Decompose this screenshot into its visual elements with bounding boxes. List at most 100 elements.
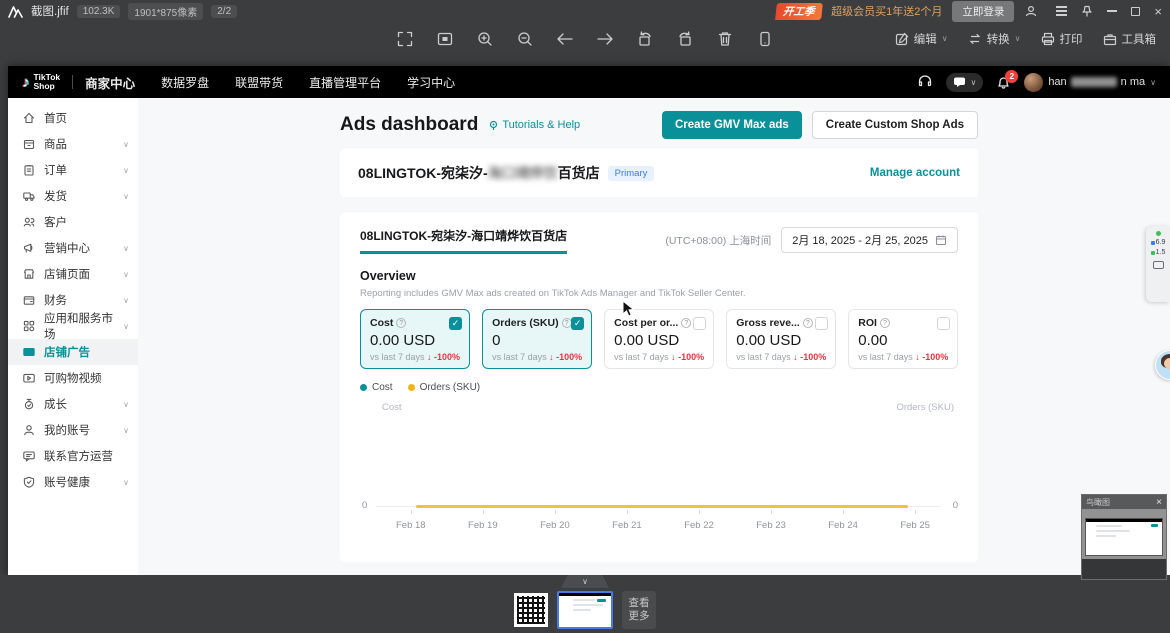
- sidebar-item[interactable]: AD店铺广告: [8, 339, 138, 365]
- sidebar-item[interactable]: 账号健康∨: [8, 469, 138, 495]
- support-headset-icon[interactable]: [917, 74, 933, 90]
- login-button[interactable]: 立即登录: [952, 1, 1014, 22]
- people-icon: [22, 215, 36, 229]
- messages-button[interactable]: ∨: [946, 73, 983, 92]
- grid-icon: [22, 319, 36, 333]
- nav-item[interactable]: 商家中心: [85, 73, 135, 92]
- support-chat-avatar[interactable]: [1155, 350, 1170, 380]
- sidebar-item[interactable]: 联系官方运营: [8, 443, 138, 469]
- edit-icon: [895, 32, 909, 46]
- tiktok-shop-logo[interactable]: ♪ TikTokShop: [22, 73, 60, 91]
- sidebar-item[interactable]: 可购物视频: [8, 365, 138, 391]
- metric-delta: ↓ -100%: [427, 352, 460, 362]
- metric-value: 0.00 USD: [614, 332, 704, 349]
- sidebar-item[interactable]: 客户: [8, 209, 138, 235]
- legend-label: Cost: [372, 382, 393, 393]
- notifications-button[interactable]: 2: [996, 75, 1011, 90]
- create-custom-shop-ads-button[interactable]: Create Custom Shop Ads: [812, 111, 978, 139]
- ad-icon: AD: [22, 345, 36, 359]
- thumbnail-current-selected[interactable]: [557, 591, 613, 629]
- metric-checkbox[interactable]: ✓: [571, 317, 584, 330]
- birdview-thumbnail[interactable]: [1085, 518, 1163, 556]
- metric-card[interactable]: Cost per or...?0.00 USDvs last 7 days ↓ …: [604, 309, 714, 369]
- close-button[interactable]: ×: [1154, 5, 1162, 18]
- nav-item[interactable]: 学习中心: [407, 74, 455, 91]
- zoom-out-icon[interactable]: [513, 27, 537, 51]
- tutorials-help-link[interactable]: Tutorials & Help: [488, 119, 580, 131]
- menu-icon[interactable]: [1056, 6, 1067, 15]
- minimize-button[interactable]: [1107, 10, 1117, 12]
- x-tick-label: Feb 20: [540, 520, 570, 531]
- nav-item[interactable]: 联盟带货: [235, 74, 283, 91]
- mobile-transfer-icon[interactable]: [753, 27, 777, 51]
- screenshot-image: ♪ TikTokShop 商家中心数据罗盘联盟带货直播管理平台学习中心 ∨ 2 …: [8, 66, 1170, 575]
- info-icon[interactable]: ?: [681, 318, 691, 328]
- create-gmv-max-ads-button[interactable]: Create GMV Max ads: [662, 111, 802, 139]
- legend-item[interactable]: Orders (SKU): [408, 382, 481, 393]
- metric-checkbox[interactable]: ✓: [449, 317, 462, 330]
- pin-icon[interactable]: [1081, 5, 1093, 18]
- convert-menu[interactable]: 转换∨: [968, 31, 1021, 47]
- x-tick-label: Feb 22: [684, 520, 714, 531]
- toolbox-button[interactable]: 工具箱: [1103, 31, 1157, 47]
- date-range-picker[interactable]: 2月 18, 2025 - 2月 25, 2025: [781, 227, 958, 253]
- delete-icon[interactable]: [713, 27, 737, 51]
- sidebar-item-label: 我的账号: [44, 422, 90, 438]
- manage-account-link[interactable]: Manage account: [870, 167, 960, 179]
- metric-delta: ↓ -100%: [915, 352, 948, 362]
- chevron-down-icon: ∨: [123, 140, 129, 149]
- info-icon[interactable]: ?: [803, 318, 813, 328]
- metric-checkbox[interactable]: [937, 317, 950, 330]
- browser-extension-panel[interactable]: 6.9 1.5: [1146, 226, 1170, 302]
- view-more-button[interactable]: 查看 更多: [622, 591, 656, 629]
- user-menu[interactable]: hann ma ∨: [1024, 73, 1156, 92]
- zoom-in-icon[interactable]: [473, 27, 497, 51]
- x-tick-label: Feb 23: [756, 520, 786, 531]
- metric-delta: ↓ -100%: [671, 352, 704, 362]
- chevron-down-icon: ∨: [123, 478, 129, 487]
- info-icon[interactable]: ?: [562, 318, 572, 328]
- sidebar-item[interactable]: 发货∨: [8, 183, 138, 209]
- sidebar-item[interactable]: 成长∨: [8, 391, 138, 417]
- info-icon[interactable]: ?: [880, 318, 890, 328]
- chart-legend: Cost Orders (SKU): [360, 382, 958, 393]
- account-tab[interactable]: 08LINGTOK-宛柒汐-海口靖烨饮百货店: [360, 227, 567, 254]
- status-dot-icon: [1156, 231, 1161, 236]
- collapse-filmstrip-button[interactable]: ∨: [561, 575, 609, 588]
- metric-checkbox[interactable]: [815, 317, 828, 330]
- metric2-icon: [1151, 251, 1155, 255]
- birdview-close-icon[interactable]: ×: [1156, 497, 1162, 508]
- chevron-down-icon: ∨: [123, 400, 129, 409]
- thumbnail-qr-code[interactable]: [514, 593, 548, 627]
- rotate-left-icon[interactable]: [633, 27, 657, 51]
- next-image-icon[interactable]: [593, 27, 617, 51]
- user-icon[interactable]: [1024, 4, 1038, 18]
- edit-menu[interactable]: 编辑∨: [895, 31, 948, 47]
- maximize-button[interactable]: [1131, 7, 1140, 16]
- line-chart: 0 0 Feb 18Feb 19Feb 20Feb 21Feb 22Feb 23…: [360, 415, 958, 533]
- prev-image-icon[interactable]: [553, 27, 577, 51]
- sidebar-item[interactable]: 营销中心∨: [8, 235, 138, 261]
- metric-card[interactable]: Cost?✓0.00 USDvs last 7 days ↓ -100%: [360, 309, 470, 369]
- metric-card[interactable]: Orders (SKU)?✓0vs last 7 days ↓ -100%: [482, 309, 592, 369]
- metric-card[interactable]: Gross reve...?0.00 USDvs last 7 days ↓ -…: [726, 309, 836, 369]
- print-button[interactable]: 打印: [1041, 31, 1083, 47]
- nav-item[interactable]: 直播管理平台: [309, 74, 381, 91]
- sidebar-item[interactable]: 我的账号∨: [8, 417, 138, 443]
- nav-item[interactable]: 数据罗盘: [161, 74, 209, 91]
- fullscreen-icon[interactable]: [393, 27, 417, 51]
- sidebar-item[interactable]: 首页: [8, 105, 138, 131]
- sidebar-item[interactable]: 应用和服务市场∨: [8, 313, 138, 339]
- fit-screen-icon[interactable]: [433, 27, 457, 51]
- info-icon[interactable]: ?: [396, 318, 406, 328]
- legend-item[interactable]: Cost: [360, 382, 393, 393]
- chevron-down-icon: ∨: [123, 192, 129, 201]
- account-card: 08LINGTOK-宛柒汐-海口靖烨饮百货店 Primary Manage ac…: [340, 149, 978, 197]
- rotate-right-icon[interactable]: [673, 27, 697, 51]
- sidebar-item[interactable]: 订单∨: [8, 157, 138, 183]
- metric-card[interactable]: ROI?0.00vs last 7 days ↓ -100%: [848, 309, 958, 369]
- sidebar-item[interactable]: 店铺页面∨: [8, 261, 138, 287]
- metric-checkbox[interactable]: [693, 317, 706, 330]
- metric-value: 0.00: [858, 332, 948, 349]
- sidebar-item[interactable]: 商品∨: [8, 131, 138, 157]
